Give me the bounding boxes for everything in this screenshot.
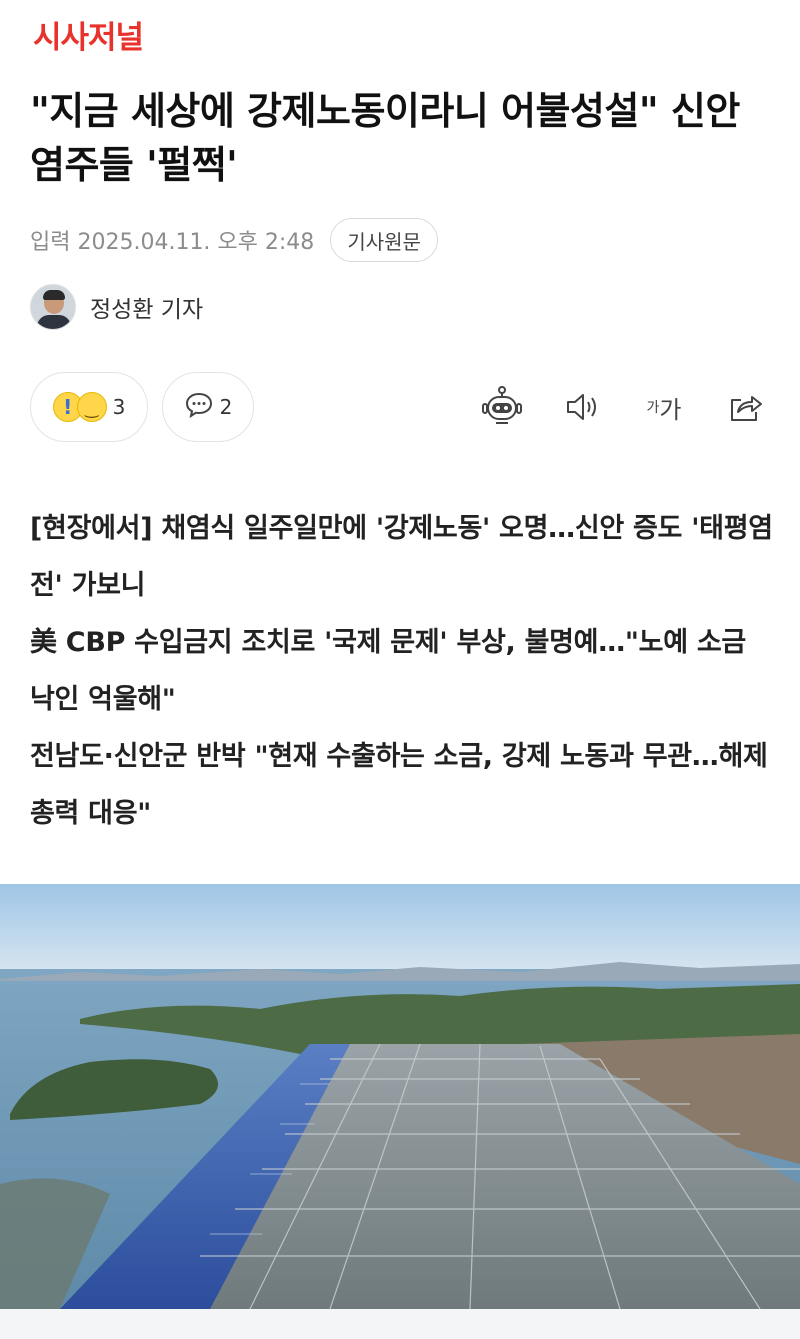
article-meta: 입력 2025.04.11. 오후 2:48 기사원문 — [30, 218, 438, 262]
article-tools: 가가 — [446, 382, 770, 432]
summary-line: [현장에서] 채염식 일주일만에 '강제노동' 오명…신안 증도 '태평염전' … — [30, 513, 773, 601]
font-size-large-label: 가 — [659, 395, 682, 424]
site-logo[interactable]: 시사저널 — [33, 12, 144, 57]
article-photo-salt-farm — [0, 884, 800, 1309]
article-title: "지금 세상에 강제노동이라니 어불성설" 신안 염주들 '펄쩍' — [30, 89, 740, 187]
site-logo-text: 시사저널 — [33, 20, 144, 56]
font-size-small-label: 가 — [646, 400, 660, 416]
section-divider — [0, 1309, 800, 1339]
summary-line: 전남도·신안군 반박 "현재 수출하는 소금, 강제 노동과 무관…해제 총력 … — [30, 741, 768, 829]
comment-button[interactable]: 2 — [162, 372, 254, 442]
reporter-name: 정성환 기자 — [90, 297, 204, 323]
speaker-icon[interactable] — [558, 382, 608, 432]
share-icon[interactable] — [720, 382, 770, 432]
reporter-avatar — [30, 284, 76, 330]
reaction-button[interactable]: 3 — [30, 372, 148, 442]
original-article-button[interactable]: 기사원문 — [330, 218, 438, 262]
comment-count: 2 — [219, 395, 233, 419]
robot-summary-icon[interactable] — [477, 382, 527, 432]
speech-bubble-icon — [184, 391, 214, 423]
summary-line: 美 CBP 수입금지 조치로 '국제 문제' 부상, 불명예…"노예 소금 낙인… — [30, 627, 746, 715]
happy-emoji-icon — [76, 392, 107, 422]
article-summary: [현장에서] 채염식 일주일만에 '강제노동' 오명…신안 증도 '태평염전' … — [30, 500, 775, 842]
font-size-button[interactable]: 가가 — [639, 382, 689, 432]
article-action-bar: 3 2 가가 — [30, 372, 770, 442]
reaction-count: 3 — [112, 395, 126, 419]
publish-date: 입력 2025.04.11. 오후 2:48 — [30, 230, 315, 255]
reporter-info[interactable]: 정성환 기자 — [30, 284, 203, 330]
